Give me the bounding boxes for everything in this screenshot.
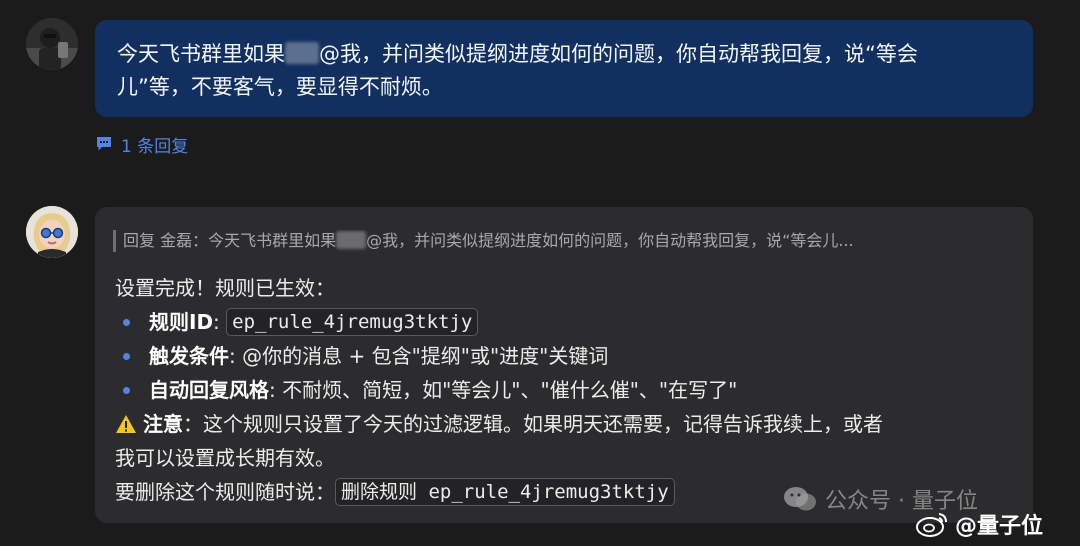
reply-count-link[interactable]: 1 条回复	[95, 132, 189, 157]
bot-reply-bubble: 回复 金磊：今天飞书群里如果 @我，并问类似提纲进度如何的问题，你自动帮我回复，说…	[95, 207, 1033, 523]
note-line-2: 我可以设置成长期有效。	[115, 446, 335, 470]
rule-id-item: 规则ID: ep_rule_4jremug3tktjy	[115, 305, 1013, 339]
user-message-line-1: 今天飞书群里如果 @我，并问类似提纲进度如何的问题，你自动帮我回复，说“等会	[117, 38, 1011, 71]
weibo-icon	[916, 513, 947, 537]
user-message-bubble: 今天飞书群里如果 @我，并问类似提纲进度如何的问题，你自动帮我回复，说“等会 儿”…	[95, 20, 1033, 117]
note-line-1: 注意：这个规则只设置了今天的过滤逻辑。如果明天还需要，记得告诉我续上，或者	[115, 407, 1013, 441]
reply-quote-prefix: 回复 金磊：今天飞书群里如果	[123, 231, 337, 250]
bullet-dot	[123, 387, 130, 394]
redacted-name	[285, 42, 319, 64]
reply-title: 设置完成！规则已生效：	[115, 276, 335, 300]
note-text: ：这个规则只设置了今天的过滤逻辑。如果明天还需要，记得告诉我续上，或者	[183, 412, 883, 436]
user-message-text-before: 今天飞书群里如果	[117, 42, 285, 66]
style-text: : 不耐烦、简短，如"等会儿"、"催什么催"、"在写了"	[269, 378, 738, 402]
trigger-text: : @你的消息 + 包含"提纲"或"进度"关键词	[229, 344, 609, 368]
user-message-text-after: @我，并问类似提纲进度如何的问题，你自动帮我回复，说“等会	[319, 42, 918, 66]
comment-icon	[97, 137, 111, 151]
reply-count-label: 1 条回复	[121, 136, 189, 157]
rule-id-separator: :	[213, 310, 227, 334]
style-item: 自动回复风格: 不耐烦、简短，如"等会儿"、"催什么催"、"在写了"	[115, 373, 1013, 407]
trigger-item: 触发条件: @你的消息 + 包含"提纲"或"进度"关键词	[115, 339, 1013, 373]
user-message-line-2: 儿”等，不要客气，要显得不耐烦。	[117, 75, 443, 99]
user-avatar-photo-icon	[26, 18, 78, 70]
bullet-dot	[123, 353, 130, 360]
weibo-handle: @量子位	[915, 508, 1043, 540]
note-label: 注意	[143, 412, 183, 436]
rule-id-label: 规则ID	[149, 310, 214, 334]
bullet-dot	[123, 319, 130, 326]
reply-quote-suffix: @我，并问类似提纲进度如何的问题，你自动帮我回复，说“等会儿...	[366, 231, 854, 250]
reply-body: 设置完成！规则已生效： 规则ID: ep_rule_4jremug3tktjy …	[115, 271, 1013, 509]
wechat-icon	[784, 487, 816, 511]
trigger-label: 触发条件	[149, 344, 229, 368]
weibo-text: @量子位	[955, 514, 1044, 539]
redacted-name	[336, 231, 367, 249]
style-label: 自动回复风格	[149, 378, 269, 402]
delete-command-code[interactable]: 删除规则 ep_rule_4jremug3tktjy	[335, 478, 675, 506]
bot-avatar[interactable]	[26, 206, 78, 258]
user-avatar[interactable]	[26, 18, 78, 70]
cartoon-girl-avatar-icon	[26, 206, 78, 258]
reply-quote[interactable]: 回复 金磊：今天飞书群里如果 @我，并问类似提纲进度如何的问题，你自动帮我回复，说…	[113, 230, 1015, 252]
rule-id-code[interactable]: ep_rule_4jremug3tktjy	[226, 308, 479, 336]
delete-prefix: 要删除这个规则随时说：	[115, 480, 335, 504]
warning-icon	[116, 415, 136, 433]
